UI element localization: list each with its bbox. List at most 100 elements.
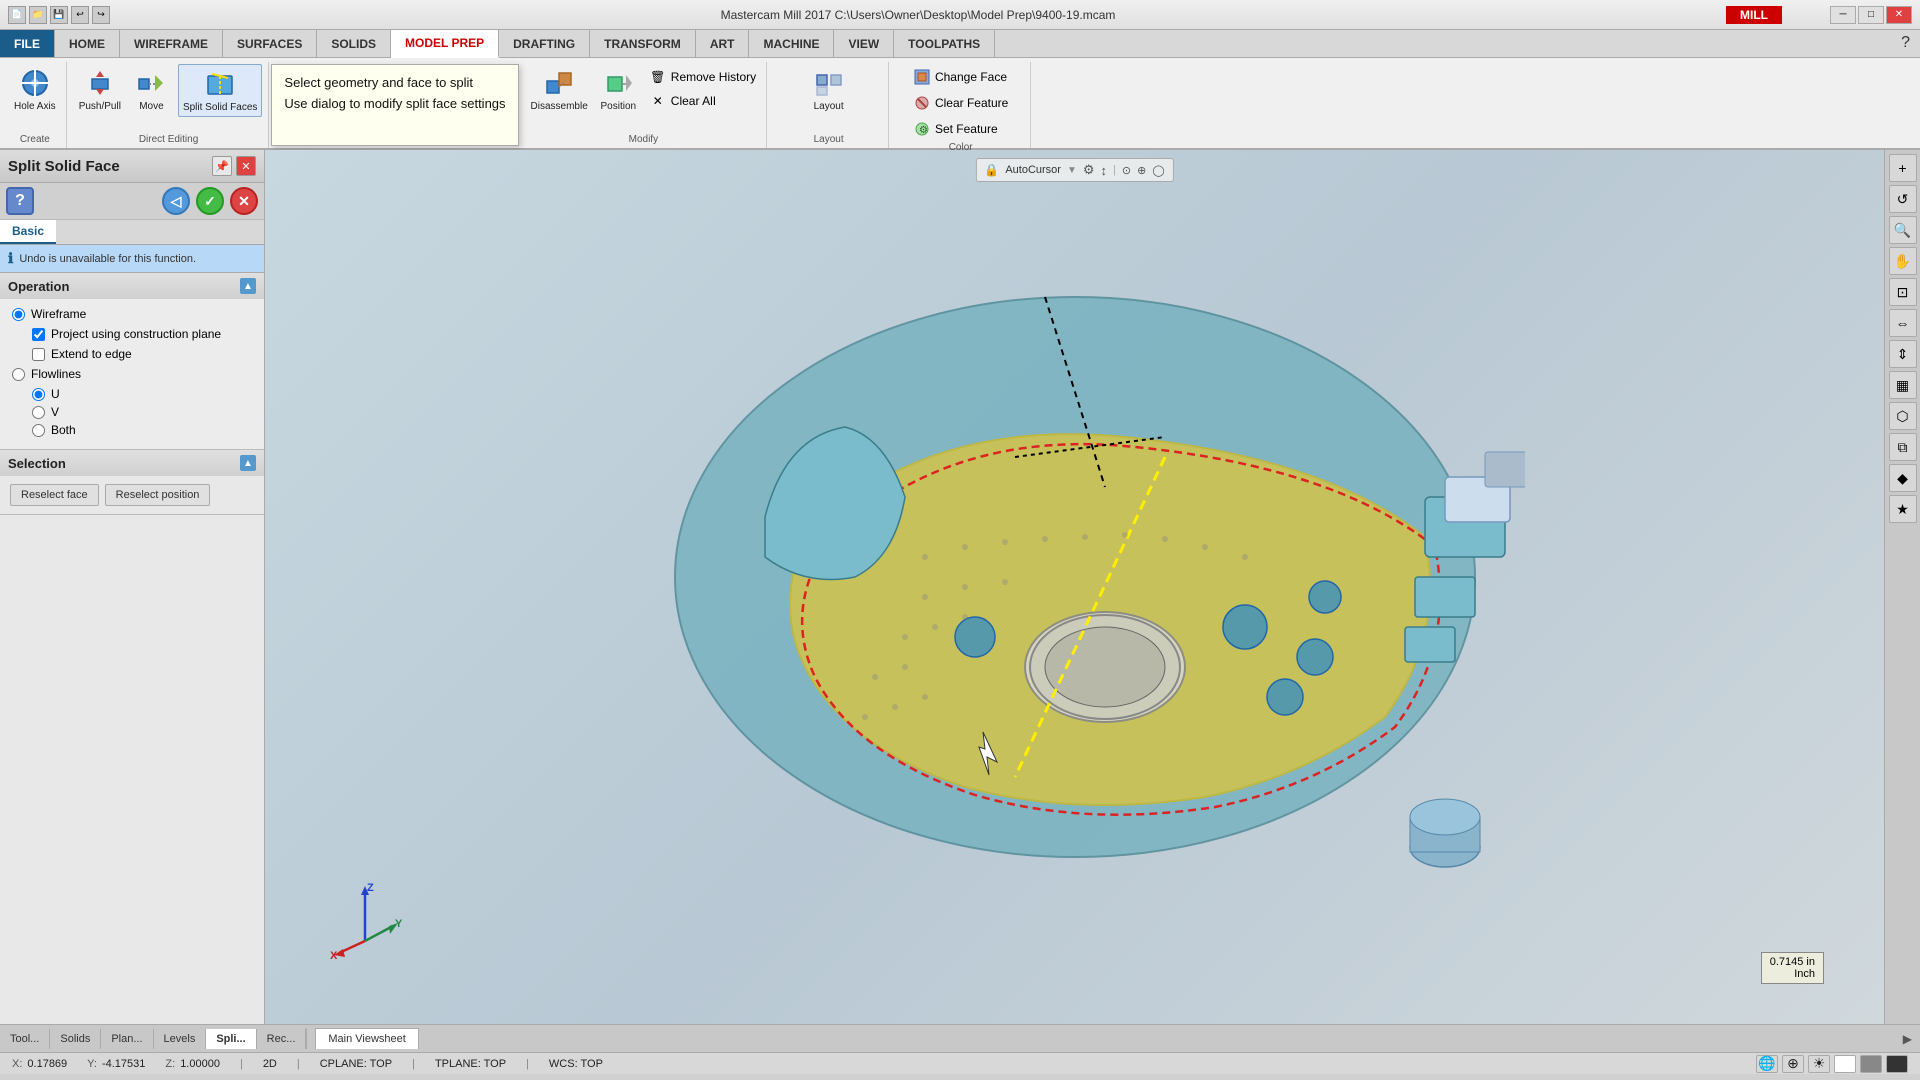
layout-btn1[interactable]: Layout — [806, 64, 851, 115]
tab-wireframe[interactable]: WIREFRAME — [120, 30, 223, 57]
ok-btn[interactable]: ✓ — [196, 187, 224, 215]
view-tab-scroll-right[interactable]: ▶ — [1895, 1032, 1920, 1046]
status-sun-btn[interactable]: ☀ — [1808, 1055, 1830, 1073]
redo-btn[interactable]: ↪ — [92, 6, 110, 24]
v-radio[interactable]: V — [32, 405, 252, 419]
u-input[interactable] — [32, 388, 45, 401]
set-feature-btn[interactable]: ⚙ Set Feature — [909, 118, 1012, 140]
svg-text:Y: Y — [395, 918, 403, 930]
tab-view[interactable]: VIEW — [834, 30, 894, 57]
rt-btn-rotate[interactable]: ↺ — [1889, 185, 1917, 213]
rt-btn-star[interactable]: ★ — [1889, 495, 1917, 523]
remove-history-btn[interactable]: 🗑 Remove History — [645, 66, 760, 88]
both-radio[interactable]: Both — [32, 423, 252, 437]
tab-drafting[interactable]: DRAFTING — [499, 30, 590, 57]
rt-btn-fit[interactable]: ⊡ — [1889, 278, 1917, 306]
quick-access-toolbar[interactable]: 📄 📁 💾 ↩ ↪ — [8, 6, 110, 24]
rt-btn-zoom-in[interactable]: 🔍 — [1889, 216, 1917, 244]
move-btn[interactable]: Move — [129, 64, 174, 115]
status-gray-btn[interactable] — [1860, 1055, 1882, 1073]
viewport[interactable]: 🔒 AutoCursor ▼ ⚙ ↕ | ⊙ ⊕ ◯ — [265, 150, 1884, 1024]
hole-axis-btn[interactable]: Hole Axis — [10, 64, 60, 115]
btab-solids[interactable]: Solids — [50, 1029, 101, 1049]
maximize-btn[interactable]: □ — [1858, 6, 1884, 24]
rt-btn-hex[interactable]: ⬡ — [1889, 402, 1917, 430]
move-icon — [135, 67, 167, 99]
disassemble-btn[interactable]: Disassemble — [527, 64, 592, 115]
window-title: Mastercam Mill 2017 C:\Users\Owner\Deskt… — [118, 8, 1718, 22]
push-pull-btn[interactable]: Push/Pull — [75, 64, 125, 115]
btab-split[interactable]: Spli... — [206, 1029, 256, 1049]
reselect-face-btn[interactable]: Reselect face — [10, 484, 99, 506]
selection-section: Selection ▲ Reselect face Reselect posit… — [0, 450, 264, 515]
rt-btn-pan[interactable]: ✋ — [1889, 247, 1917, 275]
autocursor-bar[interactable]: 🔒 AutoCursor ▼ ⚙ ↕ | ⊙ ⊕ ◯ — [975, 158, 1173, 182]
flowlines-input[interactable] — [12, 368, 25, 381]
split-solid-faces-btn[interactable]: Split Solid Faces — [178, 64, 262, 117]
rt-btn-diamond[interactable]: ◆ — [1889, 464, 1917, 492]
flowlines-radio[interactable]: Flowlines — [12, 367, 252, 381]
help-btn[interactable]: ? — [1891, 30, 1920, 57]
back-btn[interactable]: ◁ — [162, 187, 190, 215]
rt-btn-layers[interactable]: ⧉ — [1889, 433, 1917, 461]
status-icons[interactable]: 🌐 ⊕ ☀ — [1756, 1055, 1908, 1073]
window-controls[interactable]: ─ □ ✕ — [1830, 6, 1912, 24]
project-using-input[interactable] — [32, 328, 45, 341]
tab-home[interactable]: HOME — [55, 30, 120, 57]
panel-title-icons[interactable]: 📌 ✕ — [212, 156, 256, 176]
open-btn[interactable]: 📁 — [29, 6, 47, 24]
extend-to-edge-input[interactable] — [32, 348, 45, 361]
help-btn[interactable]: ? — [6, 187, 34, 215]
status-globe-btn[interactable]: 🌐 — [1756, 1055, 1778, 1073]
tab-basic[interactable]: Basic — [0, 220, 56, 244]
panel-close-btn[interactable]: ✕ — [236, 156, 256, 176]
tab-machine[interactable]: MACHINE — [749, 30, 834, 57]
save-btn[interactable]: 💾 — [50, 6, 68, 24]
rt-btn-grid[interactable]: ▦ — [1889, 371, 1917, 399]
operation-title: Operation — [8, 279, 69, 294]
clear-all-btn[interactable]: ✕ Clear AlI — [645, 90, 760, 112]
tab-file[interactable]: FILE — [0, 30, 55, 57]
tab-toolpaths[interactable]: TOOLPATHS — [894, 30, 995, 57]
2d-mode: 2D — [263, 1058, 277, 1070]
tab-model-prep[interactable]: MODEL PREP — [391, 30, 499, 58]
selection-collapse-btn[interactable]: ▲ — [240, 455, 256, 471]
btab-levels[interactable]: Levels — [154, 1029, 207, 1049]
close-btn[interactable]: ✕ — [1886, 6, 1912, 24]
rt-btn-arrows[interactable]: ⇔ — [1889, 309, 1917, 337]
both-input[interactable] — [32, 424, 45, 437]
status-grid-btn[interactable]: ⊕ — [1782, 1055, 1804, 1073]
minimize-btn[interactable]: ─ — [1830, 6, 1856, 24]
reselect-position-btn[interactable]: Reselect position — [105, 484, 211, 506]
rt-btn-plus[interactable]: + — [1889, 154, 1917, 182]
project-using-checkbox[interactable]: Project using construction plane — [32, 327, 252, 341]
panel-pin-btn[interactable]: 📌 — [212, 156, 232, 176]
undo-btn[interactable]: ↩ — [71, 6, 89, 24]
operation-section-header[interactable]: Operation ▲ — [0, 273, 264, 299]
panel-title-bar: Split Solid Face 📌 ✕ — [0, 150, 264, 183]
status-white-btn[interactable] — [1834, 1055, 1856, 1073]
tab-transform[interactable]: TRANSFORM — [590, 30, 696, 57]
change-face-label: Change Face — [935, 70, 1007, 84]
new-btn[interactable]: 📄 — [8, 6, 26, 24]
tab-surfaces[interactable]: SURFACES — [223, 30, 317, 57]
tab-solids[interactable]: SOLIDS — [317, 30, 391, 57]
extend-to-edge-checkbox[interactable]: Extend to edge — [32, 347, 252, 361]
btab-plan[interactable]: Plan... — [101, 1029, 153, 1049]
change-face-btn[interactable]: Change Face — [909, 66, 1012, 88]
clear-feature-btn[interactable]: Clear Feature — [909, 92, 1012, 114]
selection-section-header[interactable]: Selection ▲ — [0, 450, 264, 476]
position-btn[interactable]: Position — [596, 64, 641, 115]
tab-art[interactable]: ART — [696, 30, 750, 57]
wireframe-radio[interactable]: Wireframe — [12, 307, 252, 321]
cancel-btn[interactable]: ✕ — [230, 187, 258, 215]
status-dark-btn[interactable] — [1886, 1055, 1908, 1073]
u-radio[interactable]: U — [32, 387, 252, 401]
btab-rec[interactable]: Rec... — [257, 1029, 307, 1049]
operation-collapse-btn[interactable]: ▲ — [240, 278, 256, 294]
rt-btn-flip[interactable]: ⇕ — [1889, 340, 1917, 368]
vtab-main[interactable]: Main Viewsheet — [315, 1028, 418, 1049]
v-input[interactable] — [32, 406, 45, 419]
wireframe-input[interactable] — [12, 308, 25, 321]
btab-tool[interactable]: Tool... — [0, 1029, 50, 1049]
